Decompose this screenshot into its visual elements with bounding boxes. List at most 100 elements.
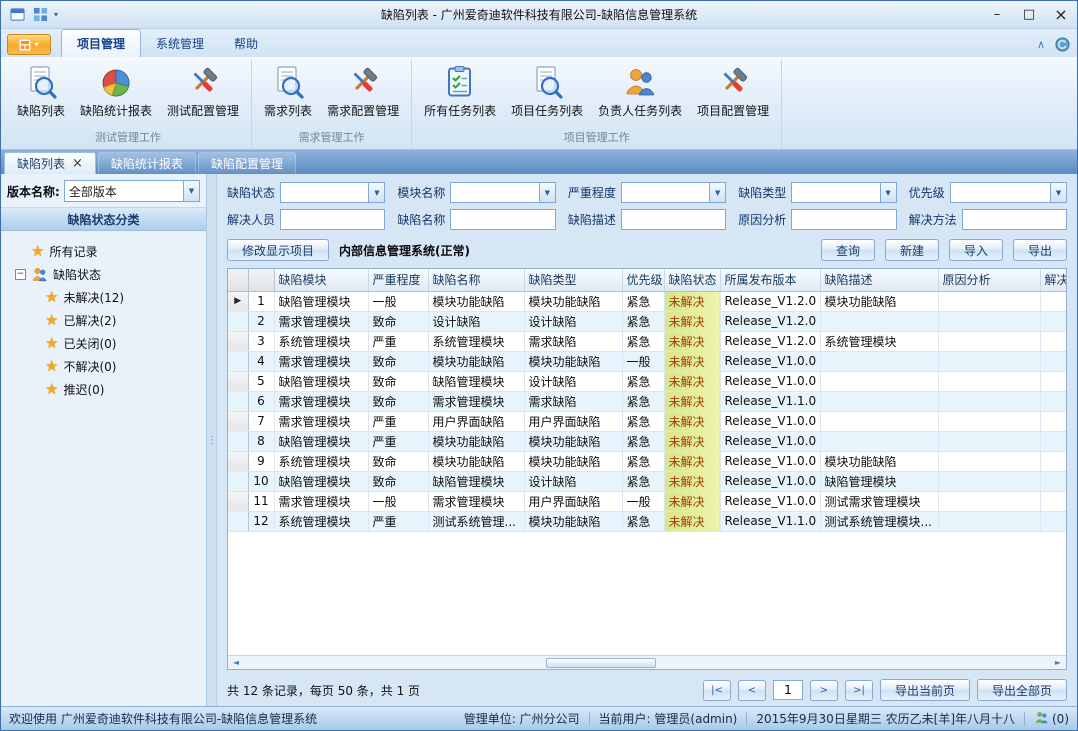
ribbon-items: 所有任务列表项目任务列表负责人任务列表项目配置管理 xyxy=(417,59,776,127)
filter-input[interactable] xyxy=(450,209,555,230)
close-icon[interactable]: × xyxy=(72,157,83,170)
row-indicator xyxy=(228,331,248,351)
scroll-left-icon[interactable]: ◄ xyxy=(228,658,244,667)
scrollbar-thumb[interactable] xyxy=(546,658,656,668)
table-row[interactable]: 8缺陷管理模块严重模块功能缺陷模块功能缺陷紧急未解决Release_V1.0.0 xyxy=(228,431,1066,451)
splitter-handle[interactable]: ⋮ xyxy=(207,174,217,706)
column-header[interactable]: 原因分析 xyxy=(938,269,1040,291)
table-row[interactable]: ▶1缺陷管理模块一般模块功能缺陷模块功能缺陷紧急未解决Release_V1.2.… xyxy=(228,291,1066,311)
column-header[interactable]: 解决方法 xyxy=(1040,269,1066,291)
last-page-button[interactable]: >| xyxy=(845,680,873,701)
new-button[interactable]: 新建 xyxy=(885,239,939,261)
document-tab[interactable]: 缺陷列表× xyxy=(4,152,96,174)
filter-input[interactable] xyxy=(621,209,726,230)
ribbon-button[interactable]: 所有任务列表 xyxy=(417,61,503,121)
column-header[interactable]: 缺陷状态 xyxy=(664,269,720,291)
document-tab[interactable]: 缺陷配置管理 xyxy=(198,152,296,174)
filter-input[interactable] xyxy=(280,209,385,230)
column-header[interactable]: 优先级 xyxy=(622,269,664,291)
chevron-down-icon[interactable]: ▼ xyxy=(368,183,384,202)
query-button[interactable]: 查询 xyxy=(821,239,875,261)
modify-display-columns-button[interactable]: 修改显示项目 xyxy=(227,239,329,261)
collapse-ribbon-icon[interactable]: ∧ xyxy=(1037,38,1045,51)
column-header[interactable]: 缺陷名称 xyxy=(428,269,524,291)
grid-cell: 用户界面缺陷 xyxy=(428,411,524,431)
about-icon[interactable] xyxy=(1053,35,1071,53)
table-row[interactable]: 7需求管理模块严重用户界面缺陷用户界面缺陷紧急未解决Release_V1.0.0 xyxy=(228,411,1066,431)
application-menu-button[interactable]: ▾ xyxy=(7,34,51,55)
version-select[interactable]: 全部版本 ▼ xyxy=(64,180,200,202)
filter-dropdown[interactable]: ▼ xyxy=(450,182,555,203)
table-row[interactable]: 12系统管理模块严重测试系统管理...模块功能缺陷紧急未解决Release_V1… xyxy=(228,511,1066,531)
filter-dropdown[interactable]: ▼ xyxy=(280,182,385,203)
maximize-button[interactable]: □ xyxy=(1013,3,1045,27)
chevron-down-icon[interactable]: ▼ xyxy=(1050,183,1066,202)
tree-item[interactable]: ★已解决(2) xyxy=(5,309,202,332)
sidebar: 版本名称: 全部版本 ▼ 缺陷状态分类 ★所有记录−缺陷状态★未解决(12)★已… xyxy=(1,174,207,706)
chevron-down-icon[interactable]: ▼ xyxy=(709,183,725,202)
table-row[interactable]: 9系统管理模块致命模块功能缺陷模块功能缺陷紧急未解决Release_V1.0.0… xyxy=(228,451,1066,471)
table-row[interactable]: 4需求管理模块致命模块功能缺陷模块功能缺陷一般未解决Release_V1.0.0 xyxy=(228,351,1066,371)
export-current-page-button[interactable]: 导出当前页 xyxy=(880,679,970,701)
filter-dropdown[interactable]: ▼ xyxy=(621,182,726,203)
filter-dropdown[interactable]: ▼ xyxy=(950,182,1067,203)
pager: 共 12 条记录，每页 50 条，共 1 页 |< < > >| 导出当前页 导… xyxy=(227,670,1067,702)
row-indicator xyxy=(228,371,248,391)
ribbon-group-title: 项目管理工作 xyxy=(417,127,776,149)
tree-item[interactable]: ★不解决(0) xyxy=(5,355,202,378)
apps-grid-icon[interactable] xyxy=(31,6,49,24)
chevron-down-icon[interactable]: ▼ xyxy=(880,183,896,202)
tree-item[interactable]: −缺陷状态 xyxy=(5,263,202,286)
prev-page-button[interactable]: < xyxy=(738,680,766,701)
ribbon-button[interactable]: 项目配置管理 xyxy=(690,61,776,121)
qat-dropdown-icon[interactable]: ▾ xyxy=(54,10,58,19)
column-header[interactable]: 缺陷类型 xyxy=(524,269,622,291)
import-button[interactable]: 导入 xyxy=(949,239,1003,261)
tree-item[interactable]: ★未解决(12) xyxy=(5,286,202,309)
ribbon-button[interactable]: 需求配置管理 xyxy=(320,61,406,121)
ribbon-tab[interactable]: 项目管理 xyxy=(61,29,141,57)
ribbon-button-label: 缺陷统计报表 xyxy=(80,102,152,119)
scroll-right-icon[interactable]: ► xyxy=(1050,658,1066,667)
horizontal-scrollbar[interactable]: ◄ ► xyxy=(228,655,1066,669)
chevron-down-icon[interactable]: ▼ xyxy=(539,183,555,202)
column-header[interactable]: 缺陷描述 xyxy=(820,269,938,291)
tree-item[interactable]: ★已关闭(0) xyxy=(5,332,202,355)
close-button[interactable]: × xyxy=(1045,3,1077,27)
ribbon-button[interactable]: 项目任务列表 xyxy=(504,61,590,121)
table-row[interactable]: 2需求管理模块致命设计缺陷设计缺陷紧急未解决Release_V1.2.0 xyxy=(228,311,1066,331)
star-icon: ★ xyxy=(45,313,58,328)
table-row[interactable]: 11需求管理模块一般需求管理模块用户界面缺陷一般未解决Release_V1.0.… xyxy=(228,491,1066,511)
filter-field: 解决方法 xyxy=(909,209,1067,230)
app-window-icon[interactable] xyxy=(8,6,26,24)
grid-cell: 模块功能缺陷 xyxy=(428,451,524,471)
ribbon-tab[interactable]: 系统管理 xyxy=(141,30,219,57)
chevron-down-icon[interactable]: ▼ xyxy=(183,181,199,201)
table-row[interactable]: 6需求管理模块致命需求管理模块需求缺陷紧急未解决Release_V1.1.0 xyxy=(228,391,1066,411)
ribbon-button[interactable]: 负责人任务列表 xyxy=(591,61,689,121)
ribbon-button[interactable]: 缺陷列表 xyxy=(10,61,72,121)
ribbon-button[interactable]: 缺陷统计报表 xyxy=(73,61,159,121)
next-page-button[interactable]: > xyxy=(810,680,838,701)
tree-item[interactable]: ★所有记录 xyxy=(5,240,202,263)
tree-item[interactable]: ★推迟(0) xyxy=(5,378,202,401)
column-header[interactable]: 缺陷模块 xyxy=(274,269,368,291)
filter-dropdown[interactable]: ▼ xyxy=(791,182,896,203)
ribbon-button[interactable]: 需求列表 xyxy=(257,61,319,121)
table-row[interactable]: 10缺陷管理模块致命缺陷管理模块设计缺陷紧急未解决Release_V1.0.0缺… xyxy=(228,471,1066,491)
export-all-pages-button[interactable]: 导出全部页 xyxy=(977,679,1067,701)
first-page-button[interactable]: |< xyxy=(703,680,731,701)
minimize-button[interactable]: – xyxy=(981,3,1013,27)
ribbon-tab[interactable]: 帮助 xyxy=(219,30,273,57)
column-header[interactable]: 所属发布版本 xyxy=(720,269,820,291)
table-row[interactable]: 5缺陷管理模块致命缺陷管理模块设计缺陷紧急未解决Release_V1.0.0 xyxy=(228,371,1066,391)
page-number-input[interactable] xyxy=(773,680,803,700)
filter-input[interactable] xyxy=(962,209,1067,230)
table-row[interactable]: 3系统管理模块严重系统管理模块需求缺陷紧急未解决Release_V1.2.0系统… xyxy=(228,331,1066,351)
column-header[interactable]: 严重程度 xyxy=(368,269,428,291)
collapse-icon[interactable]: − xyxy=(15,269,26,280)
export-button[interactable]: 导出 xyxy=(1013,239,1067,261)
filter-input[interactable] xyxy=(791,209,896,230)
ribbon-button[interactable]: 测试配置管理 xyxy=(160,61,246,121)
document-tab[interactable]: 缺陷统计报表 xyxy=(98,152,196,174)
